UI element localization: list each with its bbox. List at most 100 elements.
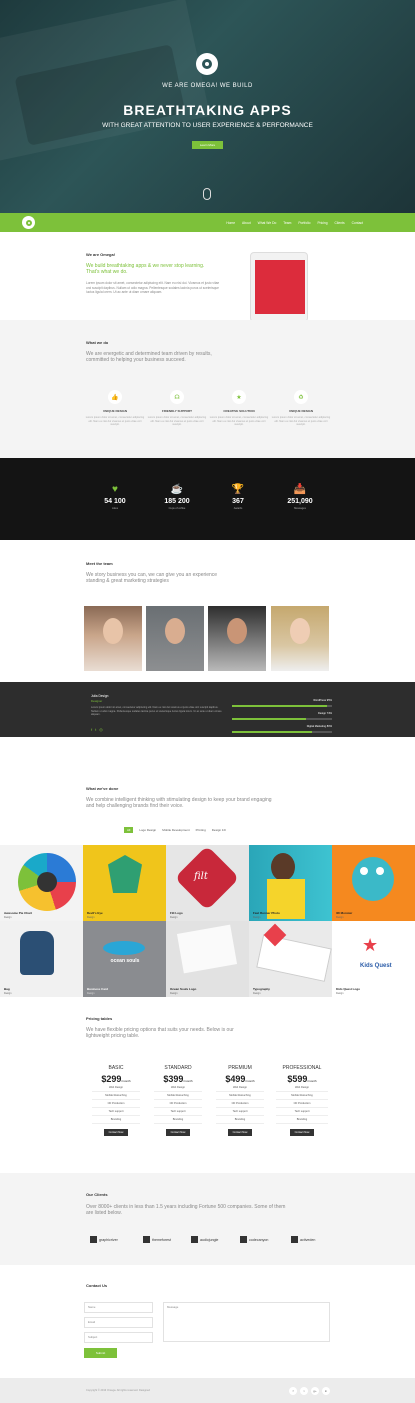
inbox-icon: 📥: [293, 484, 307, 495]
portfolio-item[interactable]: Typography Design: [249, 921, 332, 997]
plan-feature: Web Design: [154, 1084, 202, 1092]
skill-bar-fill: [232, 731, 312, 733]
hero-section: WE ARE OMEGA! WE BUILD BREATHTAKING APPS…: [0, 0, 415, 213]
nav-item-home[interactable]: Home: [226, 221, 235, 225]
nav-item-portfolio[interactable]: Portfolio: [298, 221, 310, 225]
portfolio-item-title: Filt Logo: [170, 911, 183, 915]
coffee-icon: ☕: [170, 484, 184, 495]
portfolio-item-title: Awesome Pie Chart: [4, 911, 32, 915]
plan-contact-button[interactable]: Contact Now: [227, 1129, 253, 1136]
filt-logo-text: filt: [194, 871, 208, 882]
plan-price-value: $299: [101, 1074, 122, 1084]
dribbble-icon[interactable]: ◎: [99, 727, 103, 732]
message-field[interactable]: Message: [163, 1302, 330, 1342]
team-member-photo[interactable]: [271, 606, 329, 671]
team-detail-name: Julia Design: [91, 694, 109, 698]
team-detail-bio: Lorem ipsum dolor sit amet, consectetur …: [91, 706, 222, 717]
plan-price-value: $399: [163, 1074, 184, 1084]
scroll-mouse-icon[interactable]: [203, 188, 211, 200]
portfolio-item-sub: Design: [170, 992, 178, 995]
stat-value: 367: [232, 498, 244, 505]
kids-quest-logo-text: Kids Quest: [360, 963, 392, 969]
plan-contact-button[interactable]: Contact Now: [103, 1129, 129, 1136]
stats-section: [0, 458, 415, 540]
name-field[interactable]: Name: [84, 1302, 153, 1313]
nav-item-about[interactable]: About: [242, 221, 251, 225]
plan-feature: CD Production: [276, 1100, 328, 1108]
hero-subline: WITH GREAT ATTENTION TO USER EXPERIENCE …: [102, 122, 313, 129]
filter-mobile-development[interactable]: Mobile Development: [162, 828, 189, 832]
portfolio-item[interactable]: filt Filt Logo Design: [166, 845, 249, 921]
client-logo-activeden[interactable]: activeden: [291, 1236, 315, 1243]
linkedin-icon[interactable]: in: [322, 1387, 330, 1395]
heart-icon: ♥: [112, 484, 118, 495]
navbar-logo-icon[interactable]: [22, 216, 35, 229]
submit-button[interactable]: Submit: [84, 1348, 117, 1358]
portfolio-item-sub: Design: [170, 916, 178, 919]
skill-bar: Digital Marketing 80%: [232, 725, 332, 733]
plan-feature: Branding: [154, 1116, 202, 1124]
portfolio-item[interactable]: Fast Runner Photo Design: [249, 845, 332, 921]
nav-item-clients[interactable]: Clients: [335, 221, 345, 225]
subject-field[interactable]: Subject: [84, 1332, 153, 1343]
portfolio-item[interactable]: ★ Kids Quest Kids Quest Logo Design: [332, 921, 415, 997]
tablet-screen: [255, 260, 305, 314]
plan-feature: CD Production: [154, 1100, 202, 1108]
plan-price: $399/month: [154, 1074, 202, 1084]
stat-label: Messages: [294, 507, 306, 510]
skill-label: WordPress 95%: [313, 699, 332, 702]
nav-item-contact[interactable]: Contact: [352, 221, 363, 225]
plan-contact-button[interactable]: Contact Now: [289, 1129, 315, 1136]
filter-all[interactable]: All: [124, 827, 134, 833]
nav-item-pricing[interactable]: Pricing: [317, 221, 327, 225]
plan-feature: Web Design: [276, 1084, 328, 1092]
filter-logo-design[interactable]: Logo Design: [139, 828, 156, 832]
nav-item-team[interactable]: Team: [283, 221, 291, 225]
google-plus-icon[interactable]: g+: [311, 1387, 319, 1395]
team-member-photo[interactable]: [84, 606, 142, 671]
service-desc: Lorem ipsum dolor sit amet, consectetur …: [85, 416, 145, 426]
face-shape: [165, 618, 185, 644]
stat-value: 54 100: [104, 498, 126, 505]
service-desc: Lorem ipsum dolor sit amet, consectetur …: [209, 416, 269, 426]
filter-printing[interactable]: Printing: [196, 828, 206, 832]
client-logo-themeforest[interactable]: themeforest: [143, 1236, 171, 1243]
portfolio-item[interactable]: Bag Design: [0, 921, 83, 997]
twitter-icon[interactable]: t: [300, 1387, 308, 1395]
facebook-icon[interactable]: f: [91, 727, 92, 732]
footer-copyright: Copyright © 2013 Omega. All rights reser…: [86, 1389, 150, 1392]
face-shape: [290, 618, 310, 644]
plan-feature: Tech support: [92, 1108, 140, 1116]
portfolio-item[interactable]: Awesome Pie Chart Design: [0, 845, 83, 921]
client-logo-icon: [143, 1236, 150, 1243]
runner-head-graphic: [271, 853, 295, 881]
face-shape: [227, 618, 247, 644]
clients-lead: Over 8000+ clients in less than 1.5 year…: [86, 1204, 286, 1216]
client-logo-codecanyon[interactable]: codecanyon: [240, 1236, 268, 1243]
portfolio-item[interactable]: Ocean Souls Logo Design: [166, 921, 249, 997]
email-field[interactable]: Email: [84, 1317, 153, 1328]
plan-contact-button[interactable]: Contact Now: [165, 1129, 191, 1136]
team-member-photo[interactable]: [146, 606, 204, 671]
stat-likes: ♥ 54 100 Likes: [95, 484, 135, 510]
client-logo-graphicriver[interactable]: graphicriver: [90, 1236, 118, 1243]
plan-price: $299/month: [92, 1074, 140, 1084]
team-member-photo[interactable]: [208, 606, 266, 671]
portfolio-item[interactable]: 3D Monster Design: [332, 845, 415, 921]
portfolio-lead: We combine intelligent thinking with sti…: [86, 797, 272, 809]
portfolio-item-title: Business Card: [87, 987, 109, 991]
twitter-icon[interactable]: t: [95, 727, 96, 732]
service-title: UNIQUE DESIGN: [288, 409, 313, 413]
hero-learn-more-button[interactable]: Learn More: [192, 141, 223, 149]
filter-design-1d[interactable]: Design 1D: [212, 828, 226, 832]
portfolio-item[interactable]: ocean souls Business Card Design: [83, 921, 166, 997]
nav-item-what-we-do[interactable]: What We Do: [258, 221, 277, 225]
client-logo-audiojungle[interactable]: audiojungle: [191, 1236, 218, 1243]
portfolio-item[interactable]: Devil's Eye Design: [83, 845, 166, 921]
clients-section: [0, 1173, 415, 1265]
monster-eye: [376, 867, 384, 875]
stat-messages: 📥 251,090 Messages: [280, 484, 320, 510]
portfolio-filters: All Logo Design Mobile Development Print…: [124, 827, 226, 833]
facebook-icon[interactable]: f: [289, 1387, 297, 1395]
client-logo-icon: [240, 1236, 247, 1243]
